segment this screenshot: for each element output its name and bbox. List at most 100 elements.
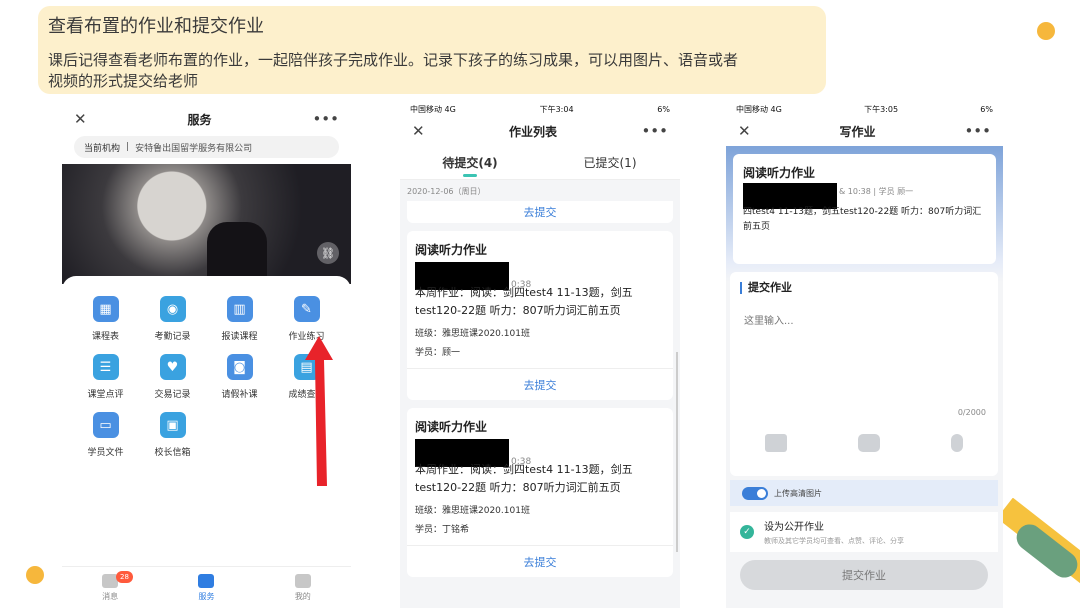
homework-content: 本周作业：阅读：剑四test4 11-13题，剑五test120-22题 听力：… [415,463,633,494]
books-icon: ▥ [226,296,253,322]
link-icon[interactable]: ⛓ [317,242,339,264]
page-title: 服务 [187,112,212,127]
homework-meta: & 10:38 | 学员 顾一 [839,187,914,196]
homework-content: 四test4 11-13题，剑五test120-22题 听力：807听力词汇前五… [743,207,982,232]
homework-card[interactable]: 阅读听力作业 0:38 本周作业：阅读：剑四test4 11-13题，剑五tes… [407,231,673,400]
carrier: 中国移动 4G [410,104,456,114]
homework-content: 本周作业：阅读：剑四test4 11-13题，剑五test120-22题 听力：… [415,286,633,317]
section-title: 提交作业 [740,282,792,294]
service-label: 交易记录 [154,390,191,400]
service-label: 学员文件 [87,448,124,458]
homework-title: 阅读听力作业 [415,243,488,257]
submit-section: 提交作业 0/2000 [730,272,998,476]
battery: 6% [657,104,670,114]
go-submit-link[interactable]: 去提交 [407,201,673,223]
close-icon[interactable]: ✕ [74,110,87,128]
service-grid: ▦ 课程表 ◉ 考勤记录 ▥ 报读课程 ✎ 作业练习 ☰ 课堂点评 ♥ 交易记录 ◙ 请假补课 ▤ 成绩查询 ▭… [72,296,342,458]
date-header: 2020-12-06（周日） [407,187,486,196]
nav-bar: ✕ 写作业 ••• [726,116,1003,146]
close-icon[interactable]: ✕ [412,122,425,140]
homework-student: 学员：顾一 [415,348,461,358]
decor-corner-stripes [1000,498,1080,608]
hd-image-toggle[interactable] [742,486,768,500]
service-label: 报读课程 [221,332,258,342]
more-icon[interactable]: ••• [312,110,339,128]
microphone-icon[interactable] [950,434,963,452]
scrollbar[interactable] [676,352,678,552]
more-icon[interactable]: ••• [641,122,668,140]
service-item[interactable]: ▦ 课程表 [72,296,139,342]
grid-icon [198,573,215,588]
public-homework-row: ✓ 设为公开作业 教师及其它学员均可查看、点赞、评论、分享 [730,512,998,552]
clock: 下午3:05 [864,104,899,114]
service-label: 课堂点评 [87,390,124,400]
close-icon[interactable]: ✕ [738,122,751,140]
banner-image: ⛓ [62,164,351,284]
service-item[interactable]: ▭ 学员文件 [72,412,139,458]
institution-name: 安特鲁出国留学服务有限公司 [135,143,253,154]
public-description: 教师及其它学员均可查看、点赞、评论、分享 [764,537,904,545]
decor-dot-bottom-left [26,566,44,584]
camera-icon[interactable] [857,434,880,452]
phone-screenshot-write-homework: 中国移动 4G 下午3:05 6% ✕ 写作业 ••• 阅读听力作业 & 10:… [726,102,1003,608]
decor-dot-top-right [1037,22,1055,40]
status-bar: 中国移动 4G 下午3:05 6% [726,102,1003,116]
heart-shield-icon: ♥ [159,354,186,380]
tab-pending[interactable]: 待提交(4) [400,146,540,179]
homework-detail-card: 阅读听力作业 & 10:38 | 学员 顾一 四test4 11-13题，剑五t… [733,154,996,264]
public-checkbox[interactable]: ✓ [740,525,754,539]
phone-screenshot-homework-list: 中国移动 4G 下午3:04 6% ✕ 作业列表 ••• 待提交(4) 已提交(… [400,102,680,608]
person-card-icon: ◙ [226,354,253,380]
page-title: 作业列表 [509,124,558,139]
tab-label: 我的 [294,591,311,601]
service-item[interactable]: ☰ 课堂点评 [72,354,139,400]
service-label: 考勤记录 [154,332,191,342]
service-label: 请假补课 [221,390,258,400]
pencil-icon: ✎ [293,296,320,322]
submit-homework-button[interactable]: 提交作业 [740,560,988,590]
char-counter: 0/2000 [957,408,986,417]
go-submit-button[interactable]: 去提交 [407,368,673,400]
video-icon[interactable] [765,434,788,452]
service-label: 校长信箱 [154,448,191,458]
service-item[interactable]: ◉ 考勤记录 [139,296,206,342]
page-title: 写作业 [839,124,876,139]
institution-bar[interactable]: 当前机构 | 安特鲁出国留学服务有限公司 [74,136,339,158]
carrier: 中国移动 4G [736,104,782,114]
nav-bar: ✕ 作业列表 ••• [400,116,680,146]
nav-bar: ✕ 服务 ••• [62,102,351,136]
homework-input[interactable] [744,312,984,412]
slide-title: 查看布置的作业和提交作业 [48,16,264,37]
homework-class: 班级：雅思班课2020.101班 [415,506,530,516]
tab-profile[interactable]: 我的 [255,567,351,608]
battery: 6% [980,104,993,114]
service-item[interactable]: ▣ 校长信箱 [139,412,206,458]
homework-title: 阅读听力作业 [743,166,816,180]
homework-class: 班级：雅思班课2020.101班 [415,329,530,339]
service-item[interactable]: ◙ 请假补课 [206,354,273,400]
media-buttons [730,434,998,452]
service-item[interactable]: ♥ 交易记录 [139,354,206,400]
tab-messages[interactable]: 消息 28 [62,567,158,608]
folder-icon: ▭ [92,412,119,438]
comment-icon: ☰ [92,354,119,380]
hd-upload-row: 上传高清图片 [730,480,998,506]
service-label: 课程表 [91,332,119,342]
tab-service[interactable]: 服务 [158,567,254,608]
go-submit-button[interactable]: 去提交 [407,545,673,577]
clock: 下午3:04 [539,104,574,114]
hd-upload-label: 上传高清图片 [774,488,822,498]
service-item[interactable]: ▥ 报读课程 [206,296,273,342]
mailbox-icon: ▣ [159,412,186,438]
public-title: 设为公开作业 [764,522,824,533]
tab-submitted[interactable]: 已提交(1) [540,146,680,179]
slide-caption-box: 查看布置的作业和提交作业 课后记得查看老师布置的作业，一起陪伴孩子完成作业。记录… [38,6,826,94]
homework-card[interactable]: 阅读听力作业 0:38 本周作业：阅读：剑四test4 11-13题，剑五tes… [407,408,673,577]
slide-description: 课后记得查看老师布置的作业，一起陪伴孩子完成作业。记录下孩子的练习成果，可以用图… [48,51,739,90]
status-bar: 中国移动 4G 下午3:04 6% [400,102,680,116]
divider: | [126,142,130,152]
banner-figure [207,222,267,284]
more-icon[interactable]: ••• [964,122,991,140]
location-pin-icon: ◉ [159,296,186,322]
homework-student: 学员：丁铭希 [415,525,470,535]
